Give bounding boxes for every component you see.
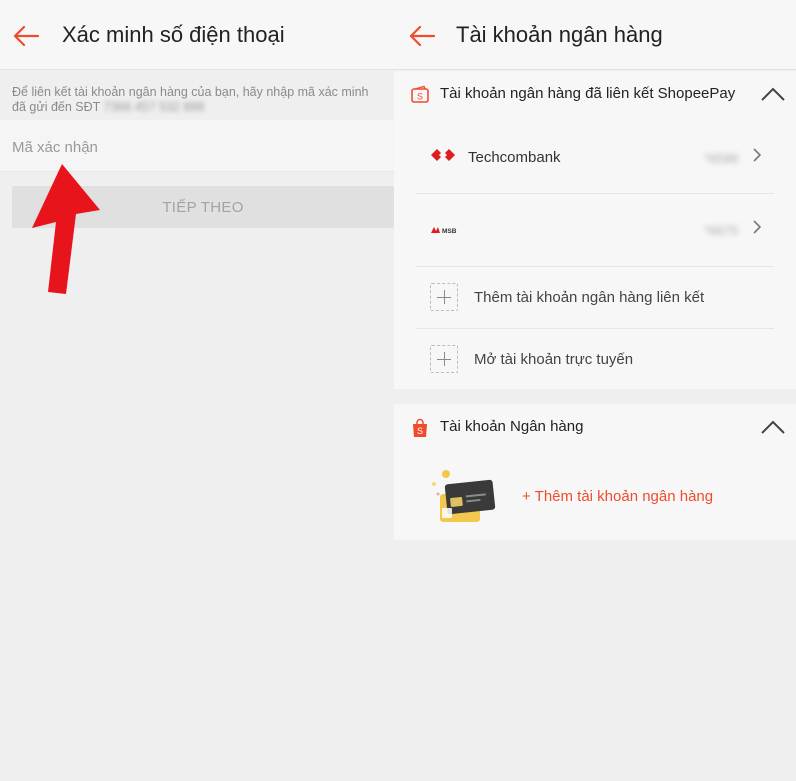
plus-icon bbox=[430, 283, 458, 311]
add-bank-account-link[interactable]: + Thêm tài khoản ngân hàng bbox=[522, 488, 713, 505]
bank-name: Techcombank bbox=[468, 149, 561, 166]
bank-accounts-header[interactable]: S Tài khoản Ngân hàng bbox=[394, 404, 796, 452]
page-title: Tài khoản ngân hàng bbox=[456, 22, 663, 47]
open-online-account-row[interactable]: Mở tài khoản trực tuyến bbox=[416, 329, 774, 391]
annotation-arrow-icon bbox=[32, 164, 100, 294]
svg-text:S: S bbox=[417, 92, 423, 102]
techcombank-logo-icon bbox=[431, 149, 455, 161]
chevron-right-icon bbox=[753, 220, 762, 234]
shopping-bag-icon: S bbox=[413, 418, 427, 437]
masked-phone-number: 7366 457 532 888 bbox=[103, 100, 205, 114]
plus-icon bbox=[430, 345, 458, 373]
bank-row-techcombank[interactable]: Techcombank *6598 bbox=[416, 127, 774, 189]
back-arrow-icon[interactable] bbox=[12, 24, 40, 48]
linked-banks-header[interactable]: S Tài khoản ngân hàng đã liên kết Shopee… bbox=[394, 71, 796, 119]
bank-card-illustration bbox=[432, 470, 496, 522]
chevron-right-icon bbox=[753, 148, 762, 162]
chevron-up-icon[interactable] bbox=[760, 418, 786, 436]
linked-banks-section: S Tài khoản ngân hàng đã liên kết Shopee… bbox=[394, 71, 796, 389]
verification-hint: Để liên kết tài khoản ngân hàng của bạn,… bbox=[0, 80, 394, 120]
verify-phone-screen: Xác minh số điện thoại Để liên kết tài k… bbox=[0, 0, 394, 781]
verification-code-input[interactable] bbox=[12, 136, 382, 158]
open-online-account-label: Mở tài khoản trực tuyến bbox=[474, 351, 634, 368]
linked-banks-title: Tài khoản ngân hàng đã liên kết ShopeePa… bbox=[440, 85, 736, 102]
add-linked-bank-row[interactable]: Thêm tài khoản ngân hàng liên kết bbox=[416, 267, 774, 329]
page-title: Xác minh số điện thoại bbox=[62, 22, 285, 47]
msb-logo-icon: MSB bbox=[431, 227, 457, 235]
msb-logo-text: MSB bbox=[442, 228, 457, 235]
add-linked-bank-label: Thêm tài khoản ngân hàng liên kết bbox=[474, 289, 705, 306]
bank-accounts-title: Tài khoản Ngân hàng bbox=[440, 418, 584, 435]
divider bbox=[416, 193, 774, 194]
app-bar: Xác minh số điện thoại bbox=[0, 0, 394, 70]
svg-text:S: S bbox=[417, 426, 423, 436]
bank-row-msb[interactable]: MSB *6675 bbox=[416, 199, 774, 261]
masked-account-number: *6598 bbox=[704, 151, 738, 166]
bank-accounts-section: S Tài khoản Ngân hàng + Thêm tài khoản n… bbox=[394, 404, 796, 540]
app-bar: Tài khoản ngân hàng bbox=[394, 0, 796, 70]
masked-account-number: *6675 bbox=[704, 223, 738, 238]
wallet-icon: S bbox=[411, 85, 429, 103]
chevron-up-icon[interactable] bbox=[760, 85, 786, 103]
bank-accounts-screen: Tài khoản ngân hàng S Tài khoản ngân hàn… bbox=[394, 0, 796, 781]
back-arrow-icon[interactable] bbox=[408, 24, 436, 48]
